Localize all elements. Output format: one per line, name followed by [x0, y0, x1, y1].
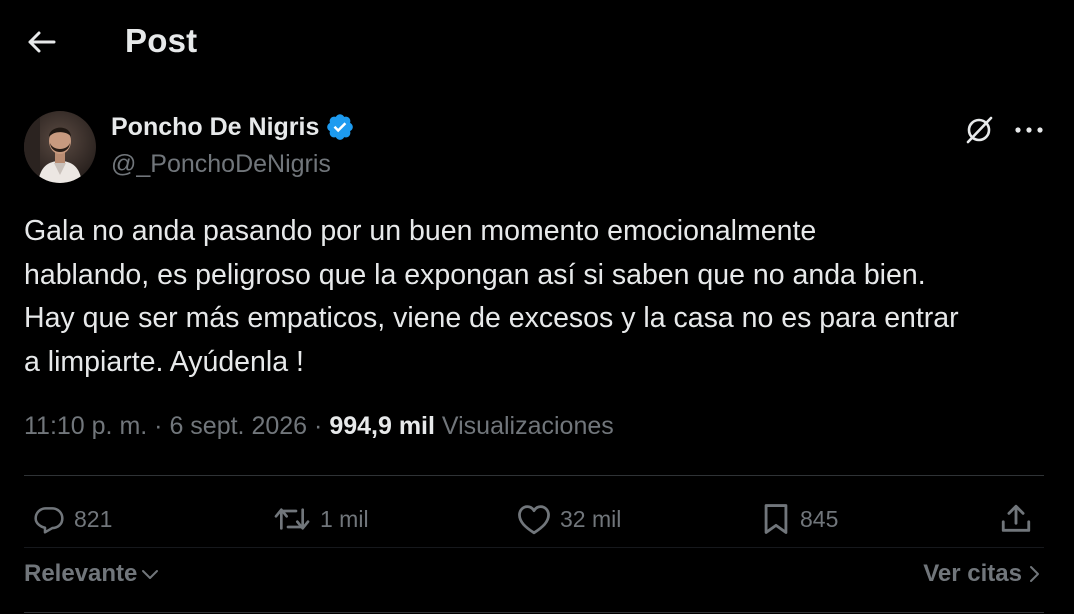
- tweet-text-line: Gala no anda pasando por un buen momento…: [24, 215, 817, 247]
- reply-icon: [34, 507, 64, 534]
- bookmark-icon: [764, 504, 788, 534]
- tweet-text-line: a limpiarte. Ayúdenla !: [24, 345, 304, 378]
- divider: [24, 547, 1044, 548]
- heart-icon: [518, 505, 550, 535]
- page-title: Post: [125, 22, 198, 59]
- verified-badge-icon[interactable]: [325, 112, 355, 142]
- divider: [24, 612, 1044, 613]
- divider: [24, 475, 1044, 476]
- author-name[interactable]: Poncho De Nigris: [111, 113, 319, 142]
- tweet-meta: 11:10 p. m. · 6 sept. 2026 · 994,9 mil V…: [24, 412, 614, 441]
- repost-count: 1 mil: [320, 505, 369, 532]
- author-handle[interactable]: @_PonchoDeNigris: [111, 150, 331, 179]
- reply-count: 821: [74, 505, 113, 532]
- share-icon: [1001, 504, 1031, 532]
- bookmark-button[interactable]: 845: [760, 496, 838, 542]
- views-label: Visualizaciones: [441, 412, 614, 440]
- more-horizontal-icon: [1015, 127, 1043, 133]
- back-button[interactable]: [22, 24, 62, 60]
- meta-separator: ·: [314, 412, 330, 440]
- post-page: Post Poncho De Nigris @_PonchoDeNigris G…: [0, 0, 1074, 614]
- tweet-text-line: Hay que ser más empaticos, viene de exce…: [24, 302, 959, 334]
- grok-button[interactable]: [960, 112, 998, 148]
- chevron-down-icon: [142, 570, 159, 579]
- tweet-text-line: hablando, es peligroso que la expongan a…: [24, 258, 926, 291]
- more-options-button[interactable]: [1010, 112, 1048, 148]
- like-count: 32 mil: [560, 505, 622, 532]
- author-name-row: Poncho De Nigris: [111, 112, 355, 142]
- bookmark-count: 845: [800, 505, 839, 532]
- like-button[interactable]: 32 mil: [516, 496, 621, 542]
- arrow-left-icon: [28, 31, 56, 53]
- reply-button[interactable]: 821: [32, 496, 112, 542]
- post-header: Post: [0, 0, 1074, 84]
- view-quotes-button[interactable]: Ver citas: [923, 560, 1040, 588]
- avatar[interactable]: [24, 111, 96, 183]
- avatar-image: [24, 111, 96, 183]
- tweet-date[interactable]: 6 sept. 2026: [169, 412, 307, 440]
- tweet-time[interactable]: 11:10 p. m.: [24, 412, 147, 440]
- meta-separator: ·: [154, 412, 170, 440]
- views-count: 994,9 mil: [329, 412, 435, 440]
- quotes-label: Ver citas: [923, 560, 1022, 587]
- tweet-actions: 821 1 mil 32 mil 845: [0, 496, 1074, 542]
- repost-icon: [274, 508, 310, 530]
- sort-label: Relevante: [24, 560, 138, 587]
- grok-icon: [966, 116, 993, 144]
- repost-button[interactable]: 1 mil: [272, 496, 369, 542]
- sort-replies-button[interactable]: Relevante: [24, 560, 159, 588]
- chevron-right-icon: [1030, 566, 1039, 582]
- share-button[interactable]: [998, 496, 1034, 542]
- tweet-text: Gala no anda pasando por un buen momento…: [24, 210, 1054, 384]
